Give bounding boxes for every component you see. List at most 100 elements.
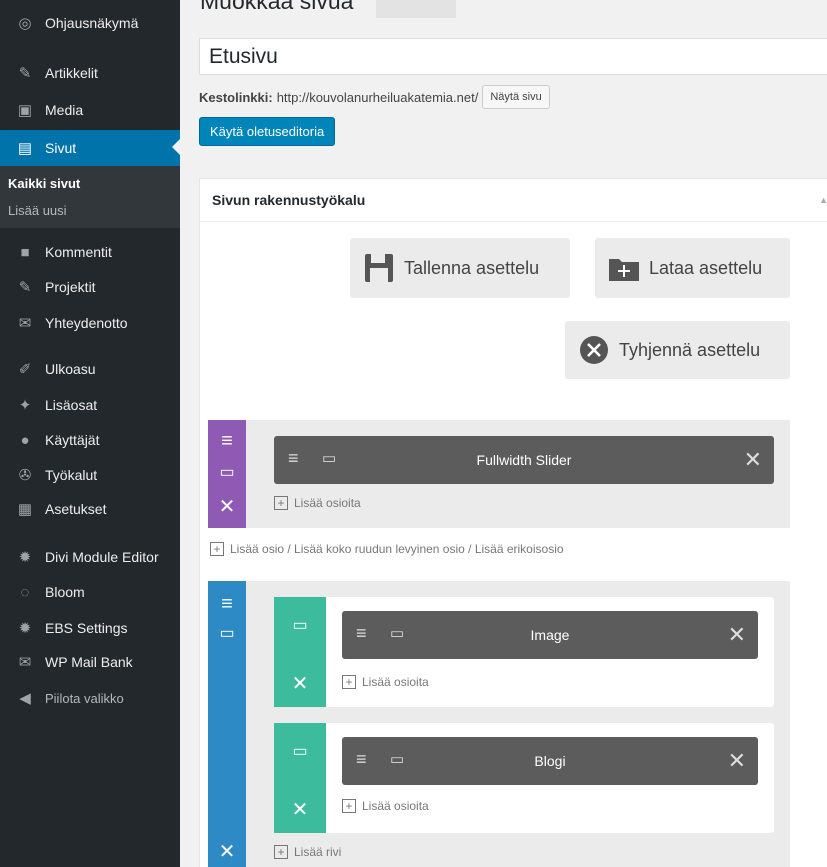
submenu-add-new[interactable]: Lisää uusi xyxy=(8,203,67,218)
add-section-links[interactable]: + Lisää osio / Lisää koko ruudun levyine… xyxy=(210,542,564,556)
module-drag-icon[interactable]: ≡ xyxy=(356,749,367,770)
dashboard-icon: ◎ xyxy=(18,15,32,32)
plugins-icon: ✦ xyxy=(18,397,32,414)
sidebar-item-wp-mail-bank[interactable]: ✉ WP Mail Bank xyxy=(0,645,180,679)
sidebar-collapse-menu[interactable]: ◀ Piilota valikko xyxy=(0,681,180,715)
row-delete-icon[interactable]: ✕ xyxy=(274,671,326,696)
module-label: Fullwidth Slider xyxy=(476,452,572,468)
plus-icon: + xyxy=(342,675,356,689)
permalink-url[interactable]: http://kouvolanurheiluakatemia.net/ xyxy=(277,90,479,105)
load-layout-label: Lataa asettelu xyxy=(649,257,763,278)
row-1: ▭ ✕ Image ≡ ▭ ✕ + Lisää osioita xyxy=(274,597,774,707)
sidebar-item-posts[interactable]: ✎ Artikkelit xyxy=(0,56,180,90)
delete-section-icon[interactable]: ✕ xyxy=(208,494,246,519)
row-settings-icon[interactable]: ▭ xyxy=(274,741,326,761)
plus-icon: + xyxy=(274,845,288,859)
use-default-editor-button[interactable]: Käytä oletuseditoria xyxy=(199,117,336,146)
sidebar-item-label: Artikkelit xyxy=(45,65,98,81)
page-title-input[interactable]: Etusivu xyxy=(199,38,827,75)
sidebar-item-contact[interactable]: ✉ Yhteydenotto xyxy=(0,306,180,340)
permalink-label: Kestolinkki: xyxy=(199,89,273,105)
pin-icon: ✎ xyxy=(18,65,32,82)
add-section-label: Lisää osio / Lisää koko ruudun levyinen … xyxy=(230,542,564,556)
module-settings-icon[interactable]: ▭ xyxy=(390,750,404,768)
sidebar-item-users[interactable]: ● Käyttäjät xyxy=(0,423,180,457)
module-delete-icon[interactable]: ✕ xyxy=(728,748,746,774)
add-module-link[interactable]: + Lisää osioita xyxy=(342,799,429,813)
row-handle-bar[interactable]: ▭ ✕ xyxy=(274,723,326,833)
add-module-label: Lisää osioita xyxy=(362,675,429,689)
view-page-button[interactable]: Näytä sivu xyxy=(482,85,550,109)
collapse-toggle-icon[interactable]: ▲ xyxy=(819,195,827,205)
module-settings-icon[interactable]: ▭ xyxy=(322,449,336,467)
submenu-all-pages[interactable]: Kaikki sivut xyxy=(8,176,80,191)
pages-submenu: Kaikki sivut Lisää uusi xyxy=(0,166,180,228)
row-handle-bar[interactable]: ▭ ✕ xyxy=(274,597,326,707)
load-layout-button[interactable]: Lataa asettelu xyxy=(595,238,790,298)
module-fullwidth-slider[interactable]: Fullwidth Slider ≡ ▭ ✕ xyxy=(274,436,774,484)
sidebar-item-label: Lisäosat xyxy=(45,397,98,413)
module-drag-icon[interactable]: ≡ xyxy=(288,448,299,469)
module-label: Image xyxy=(530,627,570,643)
sidebar-item-pages[interactable]: ▤ Sivut xyxy=(0,130,180,166)
module-delete-icon[interactable]: ✕ xyxy=(728,622,746,648)
mail-icon: ✉ xyxy=(18,315,32,332)
sidebar-item-label: Projektit xyxy=(45,279,96,295)
comments-icon: ■ xyxy=(20,243,30,261)
mail-icon: ✉ xyxy=(18,654,32,671)
sidebar-item-label: Media xyxy=(45,102,84,118)
add-module-label: Lisää osioita xyxy=(362,799,429,813)
delete-section-icon[interactable]: ✕ xyxy=(208,839,246,864)
clear-layout-button[interactable]: Tyhjennä asettelu xyxy=(565,321,790,379)
module-settings-icon[interactable]: ▭ xyxy=(390,624,404,642)
module-label: Blogi xyxy=(534,753,566,769)
add-row-label: Lisää rivi xyxy=(294,845,342,859)
settings-toggle-icon[interactable]: ▭ xyxy=(208,462,246,482)
sidebar-item-media[interactable]: ▣ Media xyxy=(0,93,180,127)
page-builder-box: Sivun rakennustyökalu ▲ Tallenna asettel… xyxy=(199,178,827,867)
sidebar-item-label: WP Mail Bank xyxy=(45,654,133,670)
sidebar-item-bloom[interactable]: ◌ Bloom xyxy=(0,575,180,609)
sidebar-item-label: Ulkoasu xyxy=(45,361,96,377)
add-module-link[interactable]: + Lisää osioita xyxy=(274,496,361,510)
page-builder-title: Sivun rakennustyökalu xyxy=(212,192,366,208)
row-2: ▭ ✕ Blogi ≡ ▭ ✕ + Lisää osioita xyxy=(274,723,774,833)
row-delete-icon[interactable]: ✕ xyxy=(274,797,326,822)
sidebar-item-divi-module-editor[interactable]: ✹ Divi Module Editor xyxy=(0,540,180,574)
fullwidth-section: ≡ ▭ ✕ Fullwidth Slider ≡ ▭ ✕ + Lisää osi… xyxy=(208,420,790,528)
module-delete-icon[interactable]: ✕ xyxy=(744,447,762,473)
sidebar-item-appearance[interactable]: ✐ Ulkoasu xyxy=(0,352,180,386)
drag-handle-icon[interactable]: ≡ xyxy=(208,593,246,616)
sidebar-item-comments[interactable]: ■ Kommentit xyxy=(0,235,180,269)
users-icon: ● xyxy=(20,431,30,449)
sidebar-item-tools[interactable]: ✇ Työkalut xyxy=(0,458,180,492)
settings-icon: ▦ xyxy=(17,501,33,518)
appearance-icon: ✐ xyxy=(18,361,32,378)
add-new-page-button[interactable] xyxy=(376,0,456,18)
add-module-link[interactable]: + Lisää osioita xyxy=(342,675,429,689)
section-handle-bar[interactable]: ≡ ▭ ✕ xyxy=(208,581,246,867)
module-blog[interactable]: Blogi ≡ ▭ ✕ xyxy=(342,737,758,785)
sidebar-item-projects[interactable]: ✎ Projektit xyxy=(0,270,180,304)
add-module-label: Lisää osioita xyxy=(294,496,361,510)
regular-section: ≡ ▭ ✕ ▭ ✕ Image ≡ ▭ ✕ + Lisää osioita ▭ … xyxy=(208,581,790,867)
sidebar-item-dashboard[interactable]: ◎ Ohjausnäkymä xyxy=(0,6,180,40)
sidebar-item-label: Asetukset xyxy=(45,501,107,517)
main-content: Muokkaa sivua Etusivu Kestolinkki: http:… xyxy=(180,0,827,867)
sidebar-item-label: Bloom xyxy=(45,584,85,600)
module-drag-icon[interactable]: ≡ xyxy=(356,623,367,644)
save-layout-button[interactable]: Tallenna asettelu xyxy=(350,238,570,298)
section-handle-bar[interactable]: ≡ ▭ ✕ xyxy=(208,420,246,528)
sidebar-item-ebs-settings[interactable]: ✹ EBS Settings xyxy=(0,611,180,645)
row-settings-icon[interactable]: ▭ xyxy=(274,615,326,635)
sidebar-item-plugins[interactable]: ✦ Lisäosat xyxy=(0,388,180,422)
page-builder-header[interactable]: Sivun rakennustyökalu ▲ xyxy=(200,179,827,222)
module-image[interactable]: Image ≡ ▭ ✕ xyxy=(342,611,758,659)
sidebar-item-settings[interactable]: ▦ Asetukset xyxy=(0,492,180,526)
folder-plus-icon xyxy=(609,255,639,281)
settings-toggle-icon[interactable]: ▭ xyxy=(208,623,246,643)
drag-handle-icon[interactable]: ≡ xyxy=(208,430,246,453)
add-row-link[interactable]: + Lisää rivi xyxy=(274,845,341,859)
sidebar-item-label: EBS Settings xyxy=(45,620,128,636)
plus-icon: + xyxy=(274,496,288,510)
